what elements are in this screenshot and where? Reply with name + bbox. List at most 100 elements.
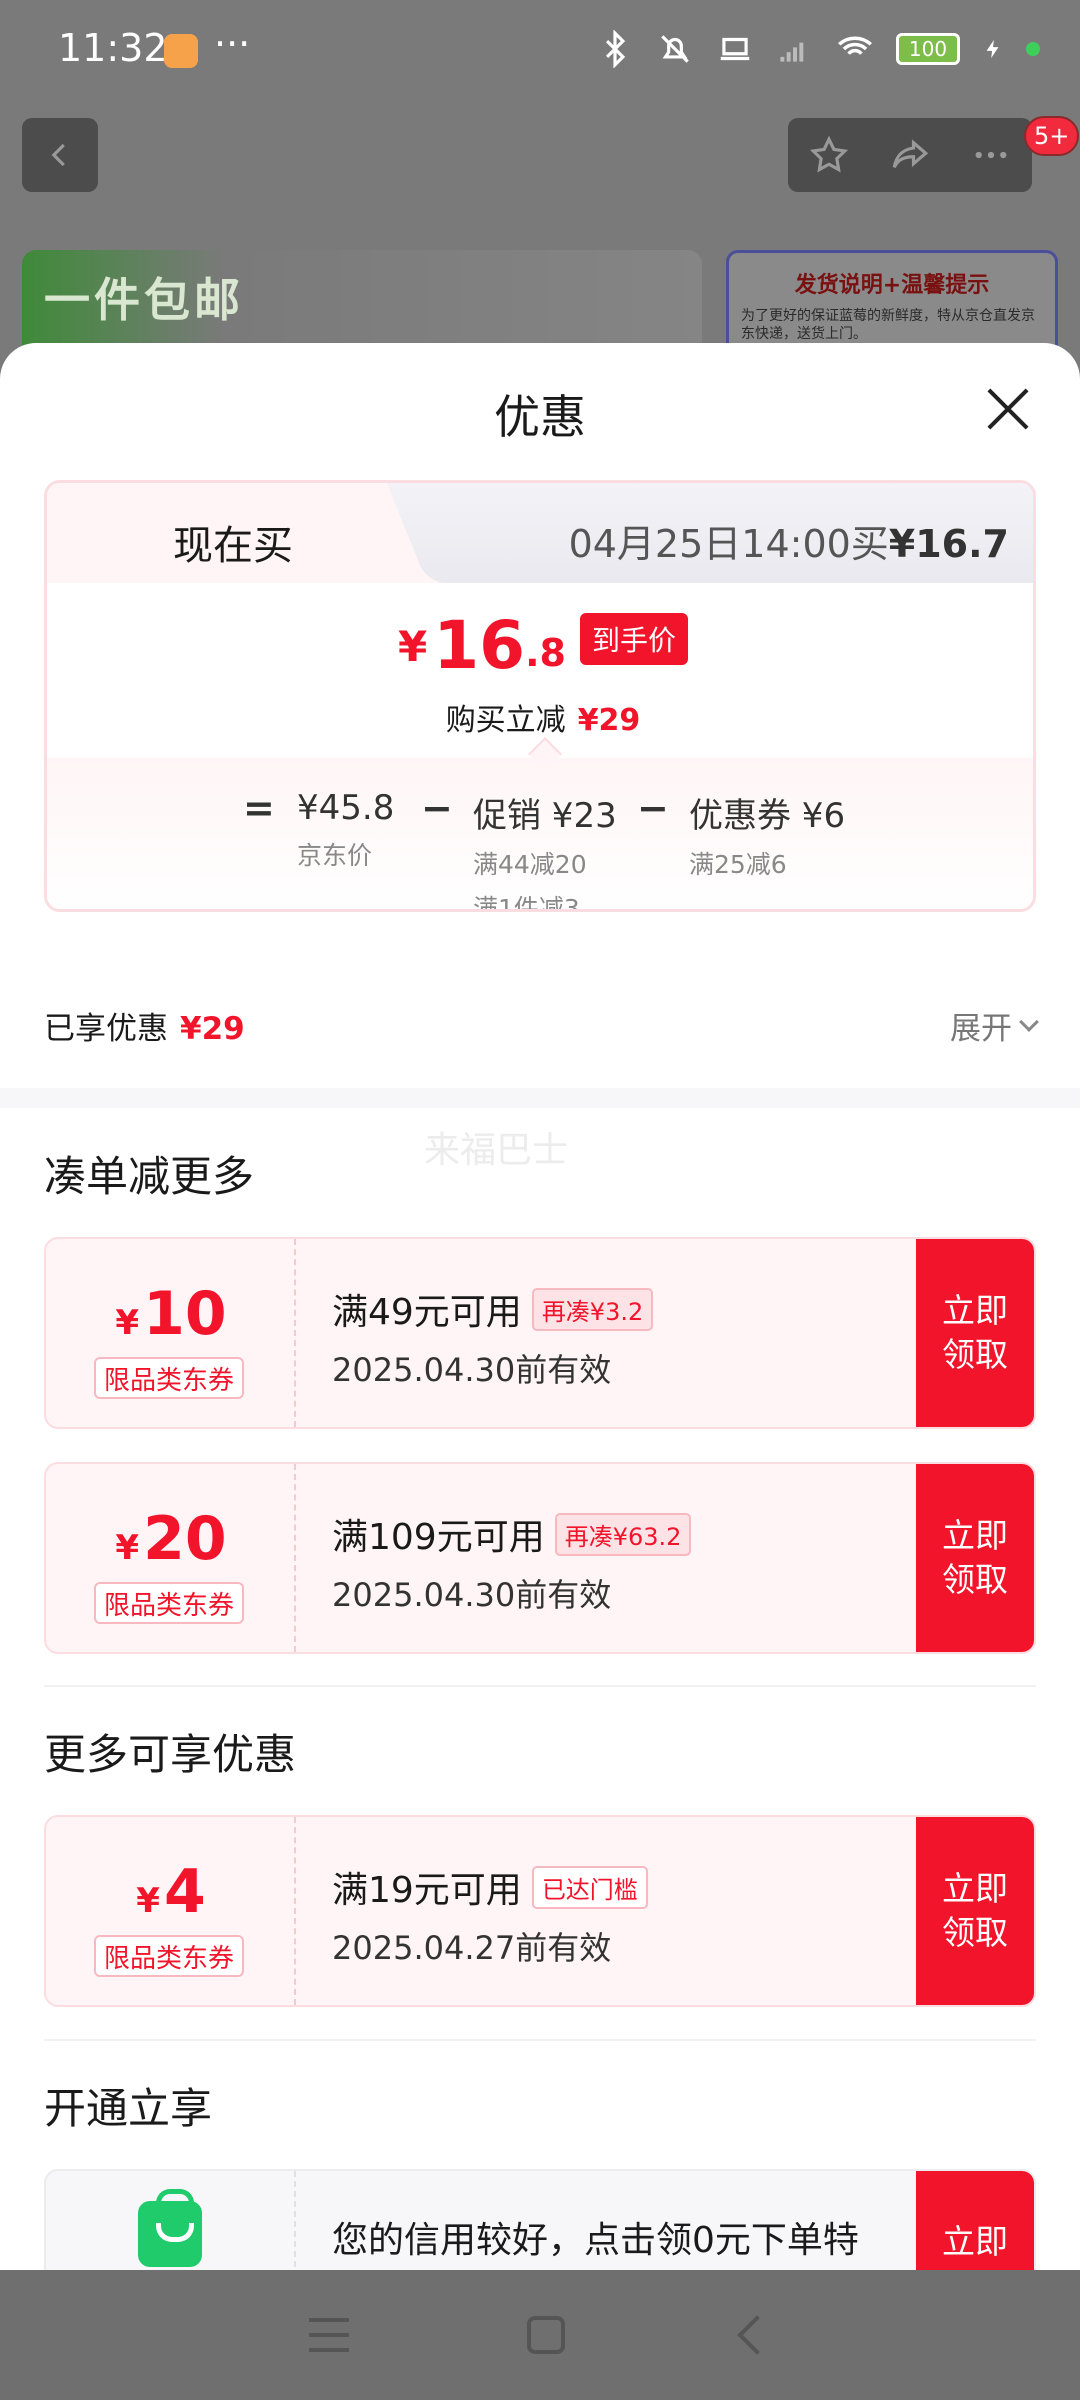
coupon-value: ¥4 [46,1857,296,1927]
instant-discount-amount: ¥29 [577,703,641,738]
laptop-icon [720,37,750,61]
final-price-badge: 到手价 [579,613,688,665]
jd-price-label: 京东价 [297,841,373,870]
coupon-hint: 再凑¥63.2 [554,1512,692,1556]
coupon-condition: 满49元可用 [332,1292,522,1333]
tab-buy-later-price: ¥16.7 [888,522,1009,566]
coupon-type-tag: 限品类东券 [94,1582,245,1624]
expand-label: 展开 [950,1011,1012,1047]
app-notification-icon [164,34,198,68]
claim-label-line1: 立即 [942,1869,1008,1908]
sheet-title: 优惠 [494,390,586,444]
jd-price-column: ¥45.8 京东价 [297,788,394,872]
promo-rule-1: 满44减20 [473,850,587,879]
coupon-expiry: 2025.04.30前有效 [332,1351,612,1389]
section-title-extra: 更多可享优惠 [44,1730,297,1779]
coupon-value-area: ¥4 限品类东券 [46,1817,296,2005]
mute-icon [661,35,689,63]
section-title-more: 凑单减更多 [44,1152,255,1201]
credit-offer-button[interactable]: 立即 [916,2171,1034,2270]
coupon-info: 满19元可用 已达门槛 2025.04.27前有效 [332,1861,904,1969]
more-icon[interactable] [970,134,1012,176]
section-title-open: 开通立享 [44,2084,213,2133]
discount-sheet: 优惠 现在买 04月25日14:00买¥16.7 ¥16.8 到手价 购买立减 ¥… [0,343,1080,2270]
promo-amount: 促销 ¥23 [473,796,617,836]
recent-apps-icon[interactable] [309,2318,349,2352]
claim-coupon-button[interactable]: 立即 领取 [916,1239,1034,1427]
coupon-amount: 优惠券 ¥6 [689,796,846,836]
shopping-bag-icon [138,2189,202,2267]
claim-label-line2: 领取 [942,1335,1008,1374]
price-card: 现在买 04月25日14:00买¥16.7 ¥16.8 到手价 购买立减 ¥29 … [44,480,1036,912]
wifi-icon [838,36,872,62]
shipping-notice-body: 为了更好的保证蓝莓的新鲜度，特从京仓直发京东快递，送货上门。 [741,308,1035,342]
tab-buy-now-label: 现在买 [173,523,293,569]
coupon-card: ¥10 限品类东券 满49元可用 再凑¥3.2 2025.04.30前有效 立即领… [44,1237,1036,1429]
signal-icon [780,42,804,62]
claim-label-line1: 立即 [942,1291,1008,1330]
final-price-row: ¥16.8 到手价 [47,613,1033,679]
claim-label-line2: 领取 [942,1560,1008,1599]
tab-buy-later-label: 04月25日14:00买¥16.7 [569,513,1009,568]
credit-icon-area [46,2171,296,2270]
coupon-card: ¥4 限品类东券 满19元可用 已达门槛 2025.04.27前有效 立即 领取 [44,1815,1036,2007]
system-back-icon[interactable] [737,2315,777,2355]
background-page: 11:32 ··· 100 5+ 一件包邮 发货说明+温馨提示 为了更好的保证蓝… [0,0,1080,390]
coupon-expiry: 2025.04.27前有效 [332,1929,612,1967]
price-breakdown: = ¥45.8 京东价 − 促销 ¥23 满44减20 满1件减3 − 优惠券 … [47,737,1033,912]
watermark: 来福巴士 [424,1130,569,1171]
bluetooth-icon [605,30,626,68]
equals-sign: = [243,786,275,830]
coupon-condition: 满19元可用 [332,1870,522,1911]
chevron-down-icon [1019,1011,1039,1032]
tab-buy-later-time: 04月25日14:00买 [568,522,889,566]
promo-rule-2: 满1件减3 [473,894,580,912]
minus-sign: − [421,786,453,830]
favorite-star-icon[interactable] [808,134,850,176]
share-icon[interactable] [889,134,931,176]
claim-coupon-button[interactable]: 立即 领取 [916,1464,1034,1652]
promo-column: 促销 ¥23 满44减20 满1件减3 [473,788,617,912]
charging-icon [986,39,999,59]
status-bar: 11:32 ··· 100 [0,0,1080,105]
coupon-currency: ¥ [115,1303,140,1343]
coupon-type-tag: 限品类东券 [94,1357,245,1399]
more-notifications-icon: ··· [214,22,251,66]
coupon-expiry: 2025.04.30前有效 [332,1576,612,1614]
minus-sign: − [637,786,669,830]
banner-text: 一件包邮 [44,273,244,327]
back-arrow-icon [51,143,65,167]
back-button[interactable] [22,118,98,192]
coupon-condition-row: 满19元可用 已达门槛 [332,1861,904,1913]
coupon-value-area: ¥10 限品类东券 [46,1239,296,1427]
coupon-column: 优惠券 ¥6 满25减6 [689,788,845,881]
battery-icon: 100 [896,33,960,65]
message-count-badge: 5+ [1024,116,1080,156]
coupon-condition: 满109元可用 [332,1517,545,1558]
coupon-currency: ¥ [136,1881,160,1921]
coupon-rule: 满25减6 [689,850,787,879]
divider [44,2039,1036,2041]
credit-offer-text: 您的信用较好，点击领0元下单特 [332,2220,859,2261]
privacy-indicator-icon [1026,42,1040,56]
shipping-notice-title: 发货说明+温馨提示 [794,273,990,298]
section-divider [0,1088,1080,1108]
top-actions [788,118,1032,192]
home-icon[interactable] [527,2316,565,2354]
instant-discount: 购买立减 ¥29 [47,695,1033,739]
coupon-type-tag: 限品类东券 [94,1935,245,1977]
claim-coupon-button[interactable]: 立即 领取 [916,1817,1034,2005]
credit-offer-button-label: 立即 [942,2222,1008,2261]
coupon-condition-row: 满109元可用 再凑¥63.2 [332,1508,904,1560]
final-price-currency: ¥ [398,622,428,671]
final-price-decimal: .8 [525,631,566,675]
coupon-card: ¥20 限品类东券 满109元可用 再凑¥63.2 2025.04.30前有效 立… [44,1462,1036,1654]
expand-button[interactable]: 展开 [950,1003,1039,1048]
system-nav-bar [0,2270,1080,2400]
divider [44,1685,1036,1687]
coupon-value-area: ¥20 限品类东券 [46,1464,296,1652]
coupon-condition-row: 满49元可用 再凑¥3.2 [332,1283,904,1335]
coupon-value-number: 20 [143,1504,227,1574]
close-icon[interactable] [980,381,1036,437]
tab-buy-later[interactable]: 04月25日14:00买¥16.7 [447,483,1033,583]
